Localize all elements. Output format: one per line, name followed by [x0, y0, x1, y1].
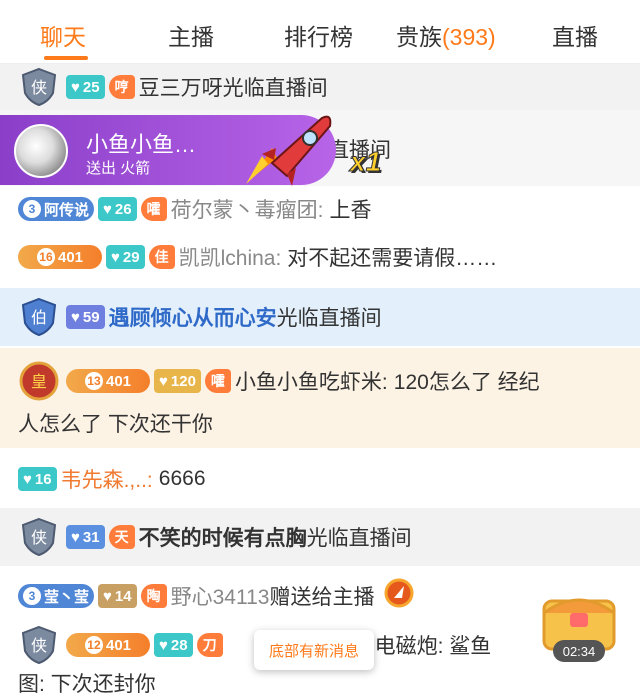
svg-text:侠: 侠 — [31, 78, 47, 97]
message-line-cont: 图: 下次还封你 — [18, 668, 156, 698]
noble-count: (393) — [442, 24, 496, 50]
svg-text:皇: 皇 — [31, 372, 47, 391]
fan-club-badge: 刀 — [196, 633, 223, 657]
rocket-icon — [232, 108, 342, 193]
active-tab-indicator — [44, 56, 88, 60]
chat-message-highlight: 皇 13 401 ♥ 120 嚯 小鱼小鱼吃虾米: 120怎么了 经纪 人怎么了 下… — [0, 348, 640, 448]
fan-club-badge: 哼 — [108, 75, 135, 99]
fan-club-badge: 天 — [108, 525, 135, 549]
message-line: 侠 ♥ 31 天 不笑的时候有点胸 光临直播间 — [18, 516, 412, 558]
message-line-cont: 人怎么了 下次还干你 — [18, 408, 213, 438]
fan-level-badge: ♥ 59 — [66, 305, 105, 329]
user-name[interactable]: 凯凯lchina: — [179, 242, 282, 272]
tab-anchor[interactable]: 主播 — [168, 18, 214, 52]
noble-shield-icon: 侠 — [18, 624, 60, 666]
chat-message-enter: 侠 ♥ 25 哼 豆三万呀光临直播间 — [0, 64, 640, 110]
message-text: 图: 下次还封你 — [18, 673, 156, 696]
fan-level-badge: ♥ 120 — [154, 369, 201, 393]
enter-text: 光临直播间 — [306, 527, 412, 550]
message-text: 6666 — [158, 467, 206, 490]
message-line: 3 莹丶莹 ♥ 14 陶 野心34113 赠送给主播 — [18, 578, 414, 614]
ring-badge: 3 莹丶莹 — [18, 584, 95, 608]
chest-timer: 02:34 — [553, 640, 605, 662]
gift-sender-name: 小鱼小鱼… — [86, 132, 197, 157]
noble-shield-icon: 侠 — [18, 66, 60, 108]
user-level-badge: 13 401 — [66, 369, 150, 393]
avatar[interactable] — [14, 124, 68, 178]
noble-shield-icon: 伯 — [18, 296, 60, 338]
fan-club-badge: 嚯 — [204, 369, 231, 393]
fan-level-badge: ♥ 26 — [98, 197, 137, 221]
tab-bar: 聊天 主播 排行榜 贵族(393) 直播 — [0, 0, 640, 64]
fan-level-badge: ♥ 28 — [154, 633, 193, 657]
message-text: 上香 — [329, 199, 372, 222]
fan-level-badge: ♥ 16 — [18, 467, 57, 491]
user-name[interactable]: 韦先森.,..: — [61, 464, 153, 494]
svg-text:侠: 侠 — [31, 528, 47, 547]
enter-text: 豆三万呀光临直播间 — [138, 77, 328, 100]
message-line: 侠 ♥ 25 哼 豆三万呀光临直播间 — [18, 66, 328, 108]
user-name[interactable]: 荷尔蒙丶毒瘤团: — [171, 194, 324, 224]
user-name[interactable]: 不笑的时候有点胸 — [139, 522, 307, 552]
fan-club-badge: 陶 — [140, 584, 167, 608]
tab-chat[interactable]: 聊天 — [40, 18, 86, 52]
tab-noble[interactable]: 贵族(393) — [396, 18, 496, 52]
tab-ranking[interactable]: 排行榜 — [284, 18, 353, 52]
user-name[interactable]: 遇顾倾心从而心安 — [109, 302, 277, 332]
message-line: 16 401 ♥ 29 佳 凯凯lchina: 对不起还需要请假…… — [18, 242, 497, 272]
fan-level-badge: ♥ 29 — [106, 245, 145, 269]
svg-text:侠: 侠 — [31, 636, 47, 655]
message-text: 对不起还需要请假…… — [287, 247, 498, 270]
fan-club-badge: 佳 — [148, 245, 175, 269]
fan-level-badge: ♥ 25 — [66, 75, 105, 99]
user-name[interactable]: 小鱼小鱼吃虾米: — [235, 366, 388, 396]
crown-shield-icon: 皇 — [18, 360, 60, 402]
svg-text:伯: 伯 — [31, 308, 47, 327]
message-line: 皇 13 401 ♥ 120 嚯 小鱼小鱼吃虾米: 120怎么了 经纪 — [18, 360, 540, 402]
chat-message-enter: 侠 ♥ 31 天 不笑的时候有点胸 光临直播间 — [0, 508, 640, 566]
message-line: ♥ 16 韦先森.,..: 6666 — [18, 464, 206, 494]
new-message-toast[interactable]: 底部有新消息 — [254, 630, 374, 670]
chat-message: 16 401 ♥ 29 佳 凯凯lchina: 对不起还需要请假…… — [0, 230, 640, 286]
fan-club-badge: 嚯 — [140, 197, 167, 221]
fan-level-badge: ♥ 14 — [98, 584, 137, 608]
ring-badge: 3 阿传说 — [18, 197, 95, 221]
user-level-badge: 16 401 — [18, 245, 102, 269]
message-line: 伯 ♥ 59 遇顾倾心从而心安 光临直播间 — [18, 296, 382, 338]
gift-icon — [384, 578, 414, 614]
message-text: 120怎么了 经纪 — [393, 371, 540, 394]
chat-message-enter: 伯 ♥ 59 遇顾倾心从而心安 光临直播间 — [0, 288, 640, 346]
fan-level-badge: ♥ 31 — [66, 525, 105, 549]
message-text: 人怎么了 下次还干你 — [18, 413, 213, 436]
user-name[interactable]: 野心34113 — [171, 581, 270, 611]
gift-multiplier: x1 — [349, 146, 382, 178]
chat-message: ♥ 16 韦先森.,..: 6666 — [0, 450, 640, 506]
message-text: 赠送给主播 — [269, 586, 375, 609]
tab-live[interactable]: 直播 — [552, 18, 598, 52]
enter-text: 光临直播间 — [276, 307, 382, 330]
noble-shield-icon: 侠 — [18, 516, 60, 558]
user-level-badge: 12 401 — [66, 633, 150, 657]
message-line: 3 阿传说 ♥ 26 嚯 荷尔蒙丶毒瘤团: 上香 — [18, 194, 371, 224]
gift-action: 送出 火箭 — [86, 160, 151, 177]
